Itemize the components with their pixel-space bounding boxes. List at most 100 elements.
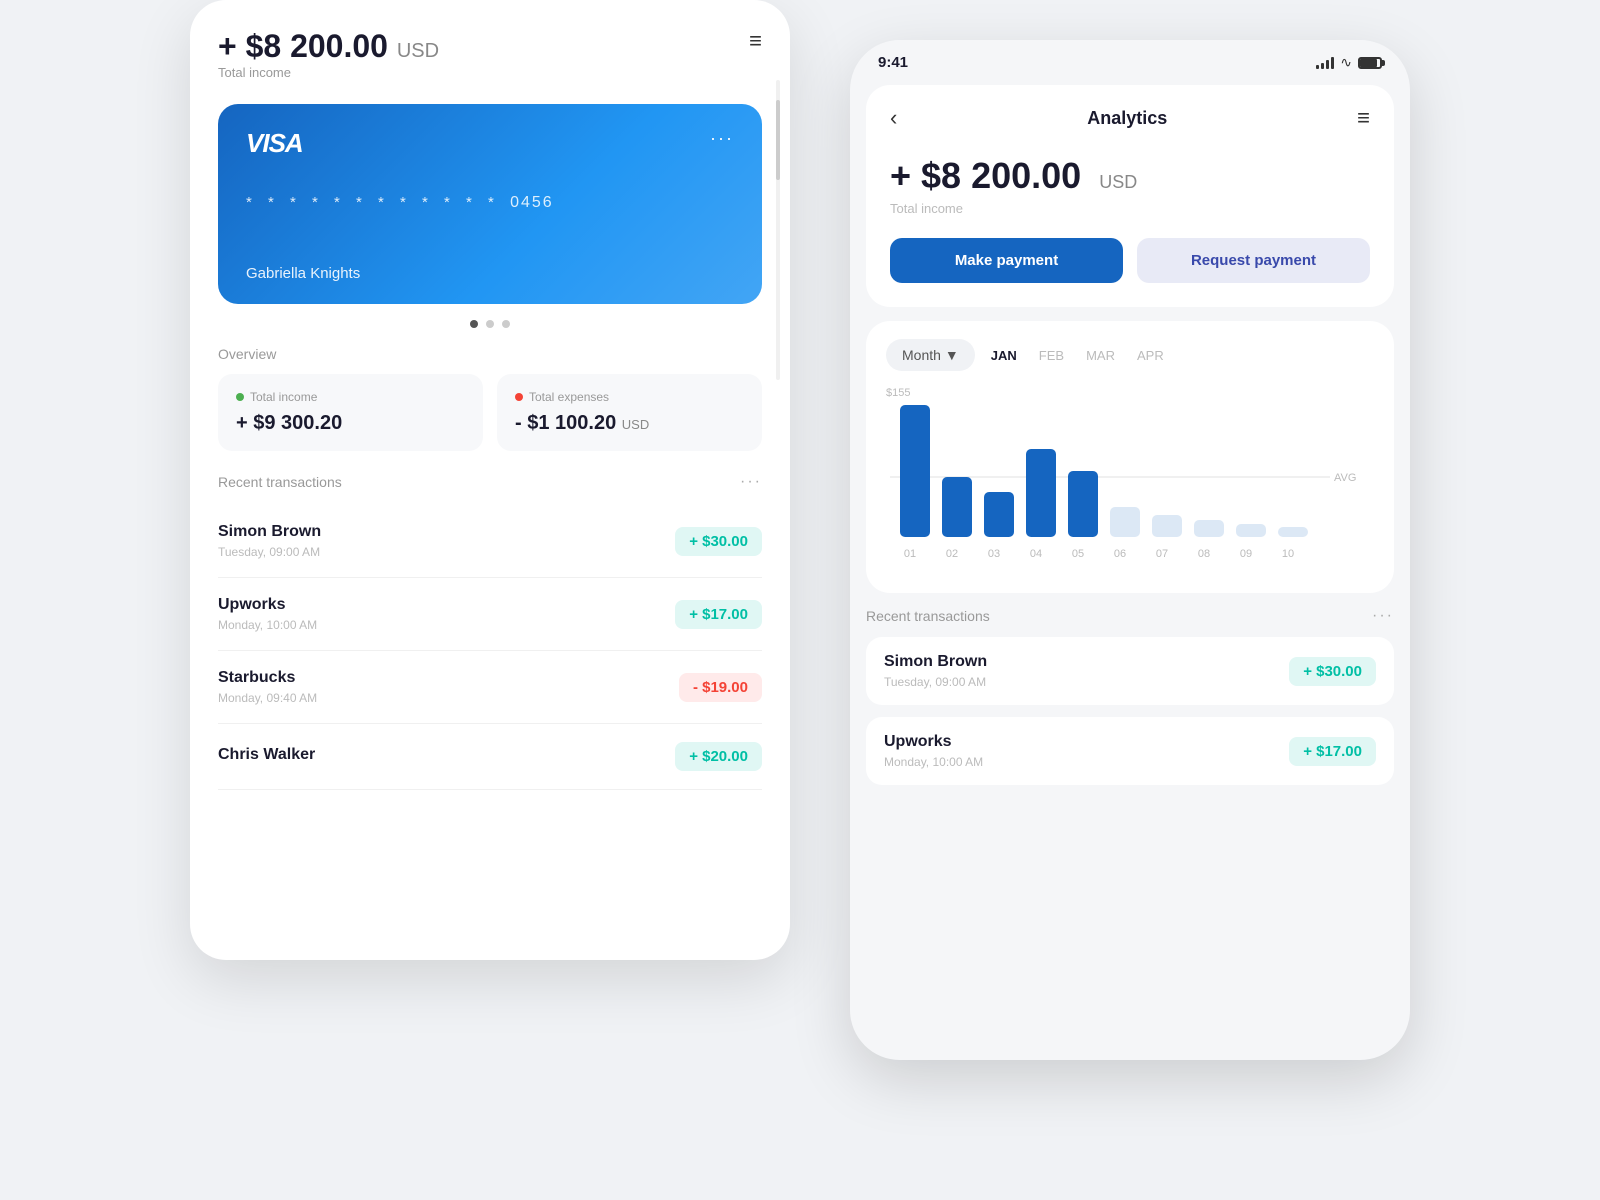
month-labels: JAN FEB MAR APR bbox=[991, 348, 1164, 363]
left-amount-block: + $8 200.00 USD Total income bbox=[218, 28, 439, 98]
month-jan[interactable]: JAN bbox=[991, 348, 1017, 363]
right-income-label: Total income bbox=[890, 201, 1370, 216]
action-buttons: Make payment Request payment bbox=[890, 238, 1370, 283]
bar-07 bbox=[1152, 515, 1182, 537]
right-menu-icon[interactable]: ≡ bbox=[1357, 105, 1370, 131]
card-number: * * * * * * * * * * * * 0456 bbox=[246, 194, 554, 212]
wifi-icon: ∿ bbox=[1340, 54, 1352, 71]
bar-06 bbox=[1110, 507, 1140, 537]
scroll-dot-3[interactable] bbox=[502, 320, 510, 328]
right-amount: + $8 200.00 USD bbox=[890, 155, 1370, 197]
transactions-header: Recent transactions ··· bbox=[218, 473, 762, 491]
signal-bar-2 bbox=[1321, 63, 1324, 69]
overview-expenses-header: Total expenses bbox=[515, 390, 744, 404]
x-label-06: 06 bbox=[1114, 548, 1126, 560]
month-mar[interactable]: MAR bbox=[1086, 348, 1115, 363]
chevron-down-icon: ▼ bbox=[945, 347, 959, 363]
month-dropdown[interactable]: Month ▼ bbox=[886, 339, 975, 371]
transaction-date: Monday, 09:40 AM bbox=[218, 691, 317, 705]
bar-02 bbox=[942, 477, 972, 537]
request-payment-button[interactable]: Request payment bbox=[1137, 238, 1370, 283]
signal-bar-4 bbox=[1331, 57, 1334, 69]
bar-01 bbox=[900, 405, 930, 537]
status-time: 9:41 bbox=[878, 54, 908, 71]
transaction-name: Simon Brown bbox=[218, 523, 321, 541]
overview-cards: Total income + $9 300.20 Total expenses … bbox=[218, 374, 762, 451]
scroll-dot-1[interactable] bbox=[470, 320, 478, 328]
overview-income-card: Total income + $9 300.20 bbox=[218, 374, 483, 451]
make-payment-button[interactable]: Make payment bbox=[890, 238, 1123, 283]
x-label-05: 05 bbox=[1072, 548, 1084, 560]
table-row: Simon Brown Tuesday, 09:00 AM + $30.00 bbox=[218, 505, 762, 578]
right-currency: USD bbox=[1099, 172, 1137, 192]
right-transactions-section: Recent transactions ··· Simon Brown Tues… bbox=[866, 607, 1394, 785]
signal-icon bbox=[1316, 57, 1334, 69]
bar-03 bbox=[984, 492, 1014, 537]
card-holder-name: Gabriella Knights bbox=[246, 265, 360, 282]
x-label-08: 08 bbox=[1198, 548, 1210, 560]
right-transaction-date: Tuesday, 09:00 AM bbox=[884, 675, 987, 689]
bar-04 bbox=[1026, 449, 1056, 537]
scrollbar-track[interactable] bbox=[776, 80, 780, 380]
right-transaction-name: Upworks bbox=[884, 733, 983, 751]
income-dot-icon bbox=[236, 393, 244, 401]
x-label-03: 03 bbox=[988, 548, 1000, 560]
list-item: Upworks Monday, 10:00 AM + $17.00 bbox=[866, 717, 1394, 785]
transaction-name: Upworks bbox=[218, 596, 317, 614]
right-transactions-menu-button[interactable]: ··· bbox=[1372, 607, 1394, 625]
scroll-dot-2[interactable] bbox=[486, 320, 494, 328]
right-transactions-label: Recent transactions bbox=[866, 608, 990, 624]
transactions-label: Recent transactions bbox=[218, 474, 342, 490]
battery-fill bbox=[1360, 59, 1377, 67]
transactions-menu-button[interactable]: ··· bbox=[740, 473, 762, 491]
card-last4: 0456 bbox=[510, 194, 554, 211]
status-icons: ∿ bbox=[1316, 54, 1382, 71]
month-apr[interactable]: APR bbox=[1137, 348, 1164, 363]
right-nav: ‹ Analytics ≡ bbox=[890, 105, 1370, 131]
right-transaction-amount: + $30.00 bbox=[1289, 657, 1376, 686]
chart-filter-row: Month ▼ JAN FEB MAR APR bbox=[886, 339, 1374, 371]
list-item: Simon Brown Tuesday, 09:00 AM + $30.00 bbox=[866, 637, 1394, 705]
x-label-09: 09 bbox=[1240, 548, 1252, 560]
overview-expenses-value: - $1 100.20 USD bbox=[515, 412, 744, 435]
left-phone: + $8 200.00 USD Total income ≡ VISA ··· … bbox=[190, 0, 790, 960]
overview-income-header: Total income bbox=[236, 390, 465, 404]
left-currency: USD bbox=[397, 40, 439, 62]
left-header: + $8 200.00 USD Total income ≡ bbox=[218, 28, 762, 98]
left-plus: + $8 200.00 bbox=[218, 28, 388, 64]
bar-10 bbox=[1278, 527, 1308, 537]
transaction-name: Starbucks bbox=[218, 669, 317, 687]
overview-expenses-card: Total expenses - $1 100.20 USD bbox=[497, 374, 762, 451]
x-label-04: 04 bbox=[1030, 548, 1042, 560]
transaction-amount: - $19.00 bbox=[679, 673, 762, 702]
left-amount: + $8 200.00 USD bbox=[218, 28, 439, 65]
back-button[interactable]: ‹ bbox=[890, 105, 897, 131]
overview-income-label: Total income bbox=[250, 390, 317, 404]
card-menu-button[interactable]: ··· bbox=[710, 128, 734, 149]
transaction-name: Chris Walker bbox=[218, 746, 315, 764]
x-label-01: 01 bbox=[904, 548, 916, 560]
card-scroll-indicator bbox=[218, 320, 762, 328]
left-income-label: Total income bbox=[218, 65, 439, 80]
right-phone: 9:41 ∿ ‹ Analytics ≡ + $8 200.00 USD Tot… bbox=[850, 40, 1410, 1060]
x-label-07: 07 bbox=[1156, 548, 1168, 560]
bar-09 bbox=[1236, 524, 1266, 537]
chart-svg: AVG bbox=[886, 387, 1374, 562]
transaction-date: Tuesday, 09:00 AM bbox=[218, 545, 321, 559]
month-feb[interactable]: FEB bbox=[1039, 348, 1064, 363]
table-row: Starbucks Monday, 09:40 AM - $19.00 bbox=[218, 651, 762, 724]
status-bar: 9:41 ∿ bbox=[850, 40, 1410, 71]
expenses-dot-icon bbox=[515, 393, 523, 401]
right-transaction-date: Monday, 10:00 AM bbox=[884, 755, 983, 769]
table-row: Upworks Monday, 10:00 AM + $17.00 bbox=[218, 578, 762, 651]
overview-label: Overview bbox=[218, 346, 762, 362]
table-row: Chris Walker + $20.00 bbox=[218, 724, 762, 790]
overview-expenses-label: Total expenses bbox=[529, 390, 609, 404]
transaction-amount: + $20.00 bbox=[675, 742, 762, 771]
month-dropdown-label: Month bbox=[902, 347, 941, 363]
hamburger-icon[interactable]: ≡ bbox=[749, 28, 762, 54]
scrollbar-thumb[interactable] bbox=[776, 100, 780, 180]
x-label-02: 02 bbox=[946, 548, 958, 560]
page-title: Analytics bbox=[1087, 108, 1167, 129]
transaction-amount: + $30.00 bbox=[675, 527, 762, 556]
